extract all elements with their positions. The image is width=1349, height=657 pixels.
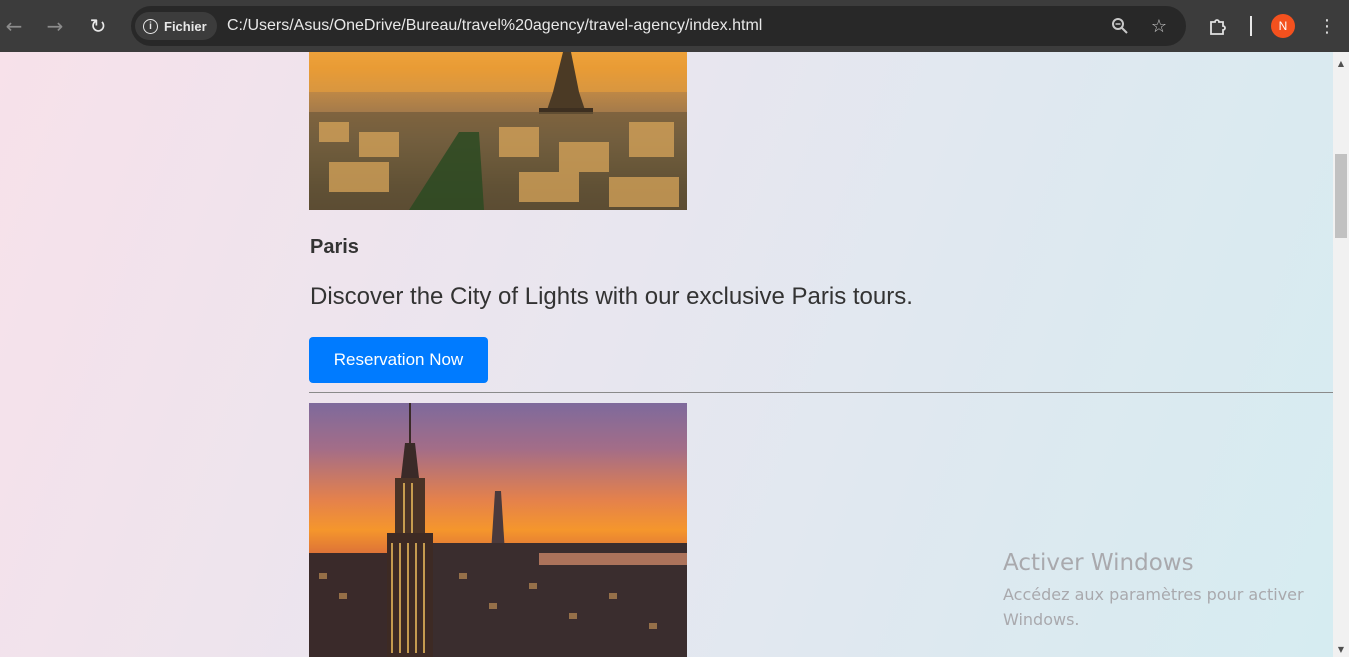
puzzle-icon: [1210, 19, 1226, 35]
reload-button[interactable]: ↻: [84, 12, 112, 40]
reservation-button[interactable]: Reservation Now: [309, 337, 488, 383]
site-info-chip[interactable]: i Fichier: [135, 12, 217, 40]
page-viewport: Paris Discover the City of Lights with o…: [0, 52, 1333, 657]
info-icon: i: [143, 18, 158, 34]
section-divider: [309, 392, 1333, 393]
arrow-right-icon: →: [46, 14, 64, 38]
zoom-icon: [1112, 18, 1128, 34]
scroll-thumb[interactable]: [1335, 154, 1347, 238]
destination-title: Paris: [310, 236, 359, 258]
url-text[interactable]: C:/Users/Asus/OneDrive/Bureau/travel%20a…: [227, 17, 762, 35]
scroll-down-arrow[interactable]: ▼: [1333, 642, 1349, 656]
address-bar[interactable]: i Fichier C:/Users/Asus/OneDrive/Bureau/…: [131, 6, 1186, 46]
forward-button[interactable]: →: [41, 12, 69, 40]
site-chip-label: Fichier: [164, 18, 207, 34]
arrow-left-icon: ←: [5, 14, 23, 38]
destination-description: Discover the City of Lights with our exc…: [310, 283, 913, 310]
kebab-menu-icon: ⋮: [1318, 15, 1336, 37]
new-york-image: [309, 403, 687, 657]
reload-icon: ↻: [89, 14, 107, 38]
scroll-up-arrow[interactable]: ▲: [1333, 56, 1349, 70]
paris-cityscape: [309, 52, 687, 210]
new-york-skyline: [309, 403, 687, 657]
windows-activation-title: Activer Windows: [1003, 550, 1194, 576]
extensions-button[interactable]: [1205, 13, 1231, 39]
vertical-scrollbar[interactable]: ▲ ▼: [1333, 52, 1349, 657]
windows-activation-subtitle: Accédez aux paramètres pour activer Wind…: [1003, 585, 1304, 629]
star-icon: ☆: [1150, 15, 1168, 37]
toolbar-divider: [1250, 16, 1252, 36]
profile-avatar[interactable]: N: [1271, 14, 1295, 38]
browser-menu-button[interactable]: ⋮: [1314, 13, 1340, 39]
zoom-button[interactable]: [1108, 14, 1132, 38]
bookmark-button[interactable]: ☆: [1147, 14, 1171, 38]
back-button[interactable]: ←: [0, 12, 28, 40]
browser-toolbar: ← → ↻ i Fichier C:/Users/Asus/OneDrive/B…: [0, 0, 1349, 52]
paris-image: [309, 52, 687, 210]
